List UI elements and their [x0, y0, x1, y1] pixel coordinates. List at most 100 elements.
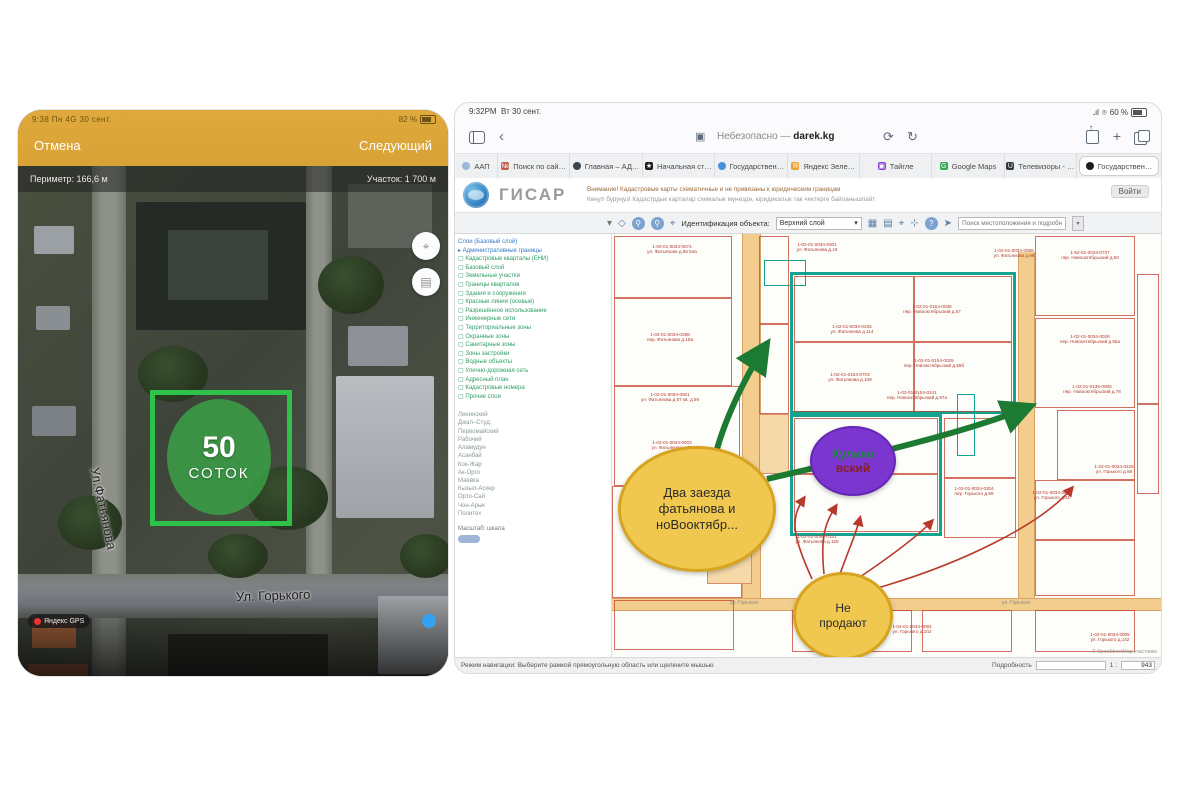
layer-item[interactable]: ▢ Адресный план	[458, 376, 608, 385]
layer-item[interactable]: ▢ Территориальные зоны	[458, 324, 608, 333]
browser-tab[interactable]: UТелевизоры - …	[1005, 154, 1077, 178]
layer-item[interactable]: ▢ Кадастровые номера	[458, 384, 608, 393]
district-item[interactable]: Рабочий	[458, 436, 608, 444]
cadastral-map[interactable]: 1-02-01-0034-0074ул. Фатьянова д.56 54а1…	[612, 234, 1161, 657]
district-list: ЛенинскийДжал–Студ.ПервомайскийРабочийАл…	[458, 411, 608, 518]
district-item[interactable]: Ак-Орго	[458, 469, 608, 477]
layer-item[interactable]: ▸ Административные границы	[458, 247, 608, 256]
new-tab-icon[interactable]: +	[1113, 128, 1121, 144]
layer-item[interactable]: ▢ Улично-дорожная сеть	[458, 367, 608, 376]
district-item[interactable]: Ленинский	[458, 411, 608, 419]
district-item[interactable]: Политех	[458, 510, 608, 518]
district-item[interactable]: Первомайский	[458, 428, 608, 436]
detail-input[interactable]	[1036, 661, 1106, 670]
layer-item[interactable]: ▢ Прочие слои	[458, 393, 608, 402]
measure-icon[interactable]: ⊹	[910, 218, 918, 229]
red-arrow-3	[840, 518, 860, 574]
layer-select[interactable]: Верхний слой▾	[776, 217, 862, 230]
layer-item[interactable]: ▢ Базовый слой	[458, 264, 608, 273]
page-security-icon[interactable]: ▣	[695, 130, 705, 143]
layer-item[interactable]: ▢ Границы кварталов	[458, 281, 608, 290]
sidebar-collapse-icon[interactable]: ▾	[607, 218, 612, 229]
building	[34, 226, 74, 254]
print-icon[interactable]: ▦	[868, 218, 877, 229]
share-icon[interactable]	[1086, 127, 1099, 144]
tablet-time-date: 9:32PM Вт 30 сент.	[469, 107, 541, 116]
browser-tab[interactable]: №Поиск по сай…	[498, 154, 570, 178]
identify-pin-icon[interactable]: ⌖	[670, 218, 676, 229]
layer-item[interactable]: ▢ Зоны застройки	[458, 350, 608, 359]
layer-item[interactable]: ▢ Водные объекты	[458, 358, 608, 367]
red-arrow-4	[857, 521, 932, 579]
browser-tab[interactable]: GGoogle Maps	[932, 154, 1004, 178]
layer-item[interactable]: ▢ Земельные участки	[458, 272, 608, 281]
tabs-overview-icon[interactable]	[1134, 132, 1147, 145]
district-item[interactable]: Кызыл-Аскер	[458, 485, 608, 493]
browser-tab[interactable]: Государствен…	[715, 154, 787, 178]
district-item[interactable]: Джал–Студ.	[458, 419, 608, 427]
browser-tab[interactable]: ЯЯндекс Зеле…	[788, 154, 860, 178]
selected-lot-outline[interactable]: 50 СОТОК	[150, 390, 292, 526]
marker-icon[interactable]: ⌖	[899, 218, 905, 229]
cancel-button[interactable]: Отмена	[34, 138, 81, 153]
search-go-button[interactable]: ▾	[1072, 216, 1084, 231]
district-item[interactable]: Аламудун	[458, 444, 608, 452]
satellite-map[interactable]: Периметр: 166,6 м Участок: 1 700 м 50 СО…	[18, 166, 448, 676]
tab-label: Государствен…	[730, 162, 785, 171]
district-item[interactable]: Чон-Арык	[458, 502, 608, 510]
extension-icon[interactable]: ⟳	[883, 129, 894, 145]
layer-item[interactable]: Слои (Базовый слой)	[458, 238, 608, 247]
district-item[interactable]: Маевка	[458, 477, 608, 485]
browser-tab[interactable]: ★Начальная ст…	[643, 154, 715, 178]
next-button[interactable]: Следующий	[359, 138, 432, 153]
tab-label: Начальная ст…	[657, 162, 712, 171]
map-control-button[interactable]: ⌖	[412, 232, 440, 260]
district-item[interactable]: Орто-Сай	[458, 493, 608, 501]
district-item[interactable]: Асанбай	[458, 452, 608, 460]
navigation-hint: Режим навигации: Выберите рамкой прямоуг…	[461, 662, 988, 669]
search-input[interactable]	[958, 217, 1066, 230]
layers-icon[interactable]: ▤	[883, 218, 892, 229]
layer-item[interactable]: ▢ Кадастровые кварталы (ЕНИ)	[458, 255, 608, 264]
address-bar[interactable]: Небезопасно — darek.kg	[717, 131, 834, 142]
pan-tool-icon[interactable]: ◇	[618, 218, 626, 229]
signal-icon: ᎐ıl	[1093, 107, 1099, 118]
layer-item[interactable]: ▢ Охранные зоны	[458, 333, 608, 342]
phone-status-left: 9:38 Пн 4G 30 сент.	[32, 115, 112, 124]
district-item[interactable]: Кок-Жар	[458, 461, 608, 469]
area-value: Участок: 1 700 м	[367, 174, 436, 184]
layer-item[interactable]: ▢ Разрешённое использование	[458, 307, 608, 316]
tab-favicon-icon	[1086, 162, 1094, 170]
sidebar-button[interactable]	[458, 535, 480, 543]
map-control-button-2[interactable]: ▤	[412, 268, 440, 296]
back-icon[interactable]: ‹	[499, 128, 504, 145]
locate-button[interactable]	[422, 614, 436, 628]
layers-sidebar: Слои (Базовый слой)▸ Административные гр…	[455, 234, 612, 657]
login-button[interactable]: Войти	[1111, 185, 1149, 198]
extent-lock-icon[interactable]: ⚲	[651, 217, 664, 230]
site-header: ГИСАР Внимание! Кадастровые карты схемат…	[455, 178, 1161, 212]
send-icon[interactable]: ➤	[944, 218, 952, 229]
tab-favicon-icon: №	[501, 162, 509, 170]
phone-app-bar: 9:38 Пн 4G 30 сент. 82 % Отмена Следующи…	[18, 110, 448, 166]
tablet-browser-panel: 9:32PM Вт 30 сент. ᎐ıl ⌾ 60 % ‹ ▣ Небезо…	[455, 103, 1161, 673]
browser-tab[interactable]: ААП	[455, 154, 498, 178]
browser-tab[interactable]: Главная – АД…	[570, 154, 642, 178]
layer-item[interactable]: ▢ Инженерные сети	[458, 315, 608, 324]
scale-input[interactable]	[1121, 661, 1155, 670]
browser-tab[interactable]: ▣Тайгле	[860, 154, 932, 178]
tab-favicon-icon: Я	[791, 162, 799, 170]
scale-prefix: 1 :	[1110, 662, 1117, 669]
sidebar-toggle-icon[interactable]	[469, 131, 485, 144]
red-arrow-1	[795, 498, 812, 579]
layer-item[interactable]: ▢ Красные линии (осевые)	[458, 298, 608, 307]
domain-label: darek.kg	[793, 131, 834, 142]
zoom-lock-icon[interactable]: ⚲	[632, 217, 645, 230]
layer-item[interactable]: ▢ Санитарные зоны	[458, 341, 608, 350]
building	[348, 326, 408, 366]
reload-icon[interactable]: ↻	[907, 129, 918, 145]
browser-tab[interactable]: Государствен…	[1079, 156, 1159, 176]
layer-item[interactable]: ▢ Здания и сооружения	[458, 290, 608, 299]
help-icon[interactable]: ?	[925, 217, 938, 230]
tab-favicon-icon	[718, 162, 726, 170]
